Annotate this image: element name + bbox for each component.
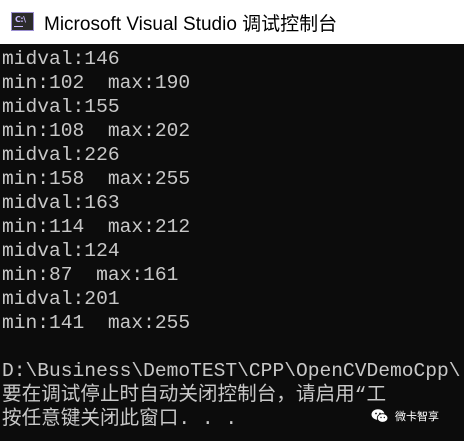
console-output[interactable]: midval:146 min:102 max:190 midval:155 mi…: [0, 44, 464, 441]
watermark: 微卡智享: [370, 406, 439, 426]
console-line: midval:201: [2, 288, 120, 310]
console-line: midval:124: [2, 240, 120, 262]
wechat-icon: [371, 409, 389, 423]
console-line: midval:146: [2, 48, 120, 70]
console-line: min:102 max:190: [2, 72, 191, 94]
console-line: midval:226: [2, 144, 120, 166]
watermark-text: 微卡智享: [395, 410, 439, 423]
console-icon-glyph: C:\: [15, 15, 26, 24]
console-line: midval:155: [2, 96, 120, 118]
console-line: min:108 max:202: [2, 120, 191, 142]
console-line: 要在调试停止时自动关闭控制台，请启用“工: [2, 384, 387, 406]
console-line: midval:163: [2, 192, 120, 214]
window-title: Microsoft Visual Studio 调试控制台: [44, 14, 338, 35]
console-line: min:141 max:255: [2, 312, 191, 334]
visual-studio-console-icon: C:\: [11, 12, 34, 31]
console-line: min:158 max:255: [2, 168, 191, 190]
console-line: D:\Business\DemoTEST\CPP\OpenCVDemoCpp\: [2, 360, 461, 382]
console-line: 按任意键关闭此窗口. . .: [2, 408, 238, 430]
console-line: min:87 max:161: [2, 264, 179, 286]
title-bar[interactable]: C:\ Microsoft Visual Studio 调试控制台: [0, 0, 464, 44]
console-line: min:114 max:212: [2, 216, 191, 238]
